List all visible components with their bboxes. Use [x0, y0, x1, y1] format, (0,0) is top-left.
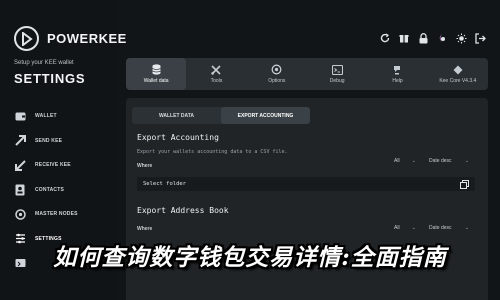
top-toolbar — [379, 32, 486, 44]
database-icon — [151, 64, 162, 75]
sidebar-item-label: MASTER NODES — [35, 211, 78, 218]
help-icon — [392, 64, 403, 75]
sidebar-item-label: CONTACTS — [35, 186, 65, 193]
logo: POWERKEE — [14, 26, 127, 51]
export-accounting-title: Export Accounting — [137, 133, 219, 142]
export-address-book-title: Export Address Book — [137, 206, 229, 215]
sidebar-item-wallet[interactable]: WALLET — [14, 104, 78, 129]
core-icon — [452, 64, 463, 75]
sidebar-item-label: SEND KEE — [35, 137, 63, 144]
logo-text: POWERKEE — [47, 31, 127, 46]
export-accounting-description: Export your wallets accounting data to a… — [137, 149, 288, 155]
gift-icon[interactable] — [398, 32, 410, 44]
tab-help[interactable]: Help — [367, 58, 427, 90]
logo-mark-icon — [14, 26, 39, 51]
main-tab-bar: Wallet data Tools Options Debug Help Kee… — [126, 58, 488, 90]
exit-icon[interactable] — [474, 32, 486, 44]
tab-label: Wallet data — [143, 78, 169, 84]
tools-icon — [211, 64, 222, 75]
sidebar-item-master-nodes[interactable]: MASTER NODES — [14, 202, 78, 227]
sidebar-item-contacts[interactable]: CONTACTS — [14, 178, 78, 203]
folder-field-value: Select folder — [143, 181, 187, 187]
tab-label: Help — [392, 78, 403, 84]
select-value: All — [394, 224, 400, 231]
tab-wallet-data[interactable]: Wallet data — [126, 58, 187, 90]
page-title: SETTINGS — [14, 71, 86, 86]
copy-icon[interactable] — [460, 180, 469, 189]
refresh-icon[interactable] — [379, 32, 391, 44]
sidebar-item-label: WALLET — [35, 113, 57, 120]
export-accounting-sort-select[interactable]: Date desc ⌄ — [425, 155, 473, 166]
sub-tab-bar: WALLET DATA EXPORT ACCOUNTING — [132, 107, 310, 124]
chevron-down-icon: ⌄ — [464, 157, 469, 164]
export-accounting-where-label: Where — [137, 163, 153, 169]
master-nodes-icon — [14, 208, 26, 220]
tagline: Setup your KEE wallet — [14, 60, 74, 66]
select-value: Date desc — [429, 224, 452, 231]
tab-tools[interactable]: Tools — [186, 58, 246, 90]
overlay-headline: 如何查询数字钱包交易详情:全面指南 — [53, 244, 447, 271]
sun-icon[interactable] — [455, 32, 467, 44]
tab-kee-core[interactable]: Kee Core V4.3.4 — [428, 58, 488, 90]
tab-label: Kee Core V4.3.4 — [439, 78, 477, 84]
export-address-book-filter-select[interactable]: All ⌄ — [390, 222, 420, 233]
tab-export-accounting[interactable]: EXPORT ACCOUNTING — [221, 107, 310, 124]
tab-label: Tools — [210, 78, 223, 84]
select-folder-field[interactable]: Select folder — [137, 177, 475, 191]
sidebar-item-send-kee[interactable]: SEND KEE — [14, 129, 78, 154]
tab-wallet-data-sub[interactable]: WALLET DATA — [132, 107, 221, 124]
select-value: All — [394, 157, 400, 164]
wallet-icon — [14, 110, 26, 122]
export-accounting-filter-select[interactable]: All ⌄ — [390, 155, 420, 166]
chevron-down-icon: ⌄ — [411, 157, 416, 164]
toggle-icon[interactable] — [436, 32, 448, 44]
tab-options[interactable]: Options — [247, 58, 307, 90]
debug-icon — [331, 64, 343, 75]
receive-icon — [14, 159, 26, 171]
chevron-down-icon: ⌄ — [464, 224, 469, 231]
options-icon — [271, 64, 282, 75]
export-address-book-where-label: Where — [137, 226, 153, 232]
tab-debug[interactable]: Debug — [307, 58, 367, 90]
tab-label: Debug — [329, 78, 345, 84]
contacts-icon — [14, 184, 26, 196]
tab-label: Options — [268, 78, 286, 84]
sidebar-item-receive-kee[interactable]: RECEIVE KEE — [14, 153, 78, 178]
lock-icon[interactable] — [417, 32, 429, 44]
export-address-book-sort-select[interactable]: Date desc ⌄ — [425, 222, 473, 233]
sidebar-item-label: RECEIVE KEE — [35, 162, 71, 169]
chevron-down-icon: ⌄ — [411, 224, 416, 231]
send-icon — [14, 135, 26, 147]
select-value: Date desc — [429, 157, 452, 164]
